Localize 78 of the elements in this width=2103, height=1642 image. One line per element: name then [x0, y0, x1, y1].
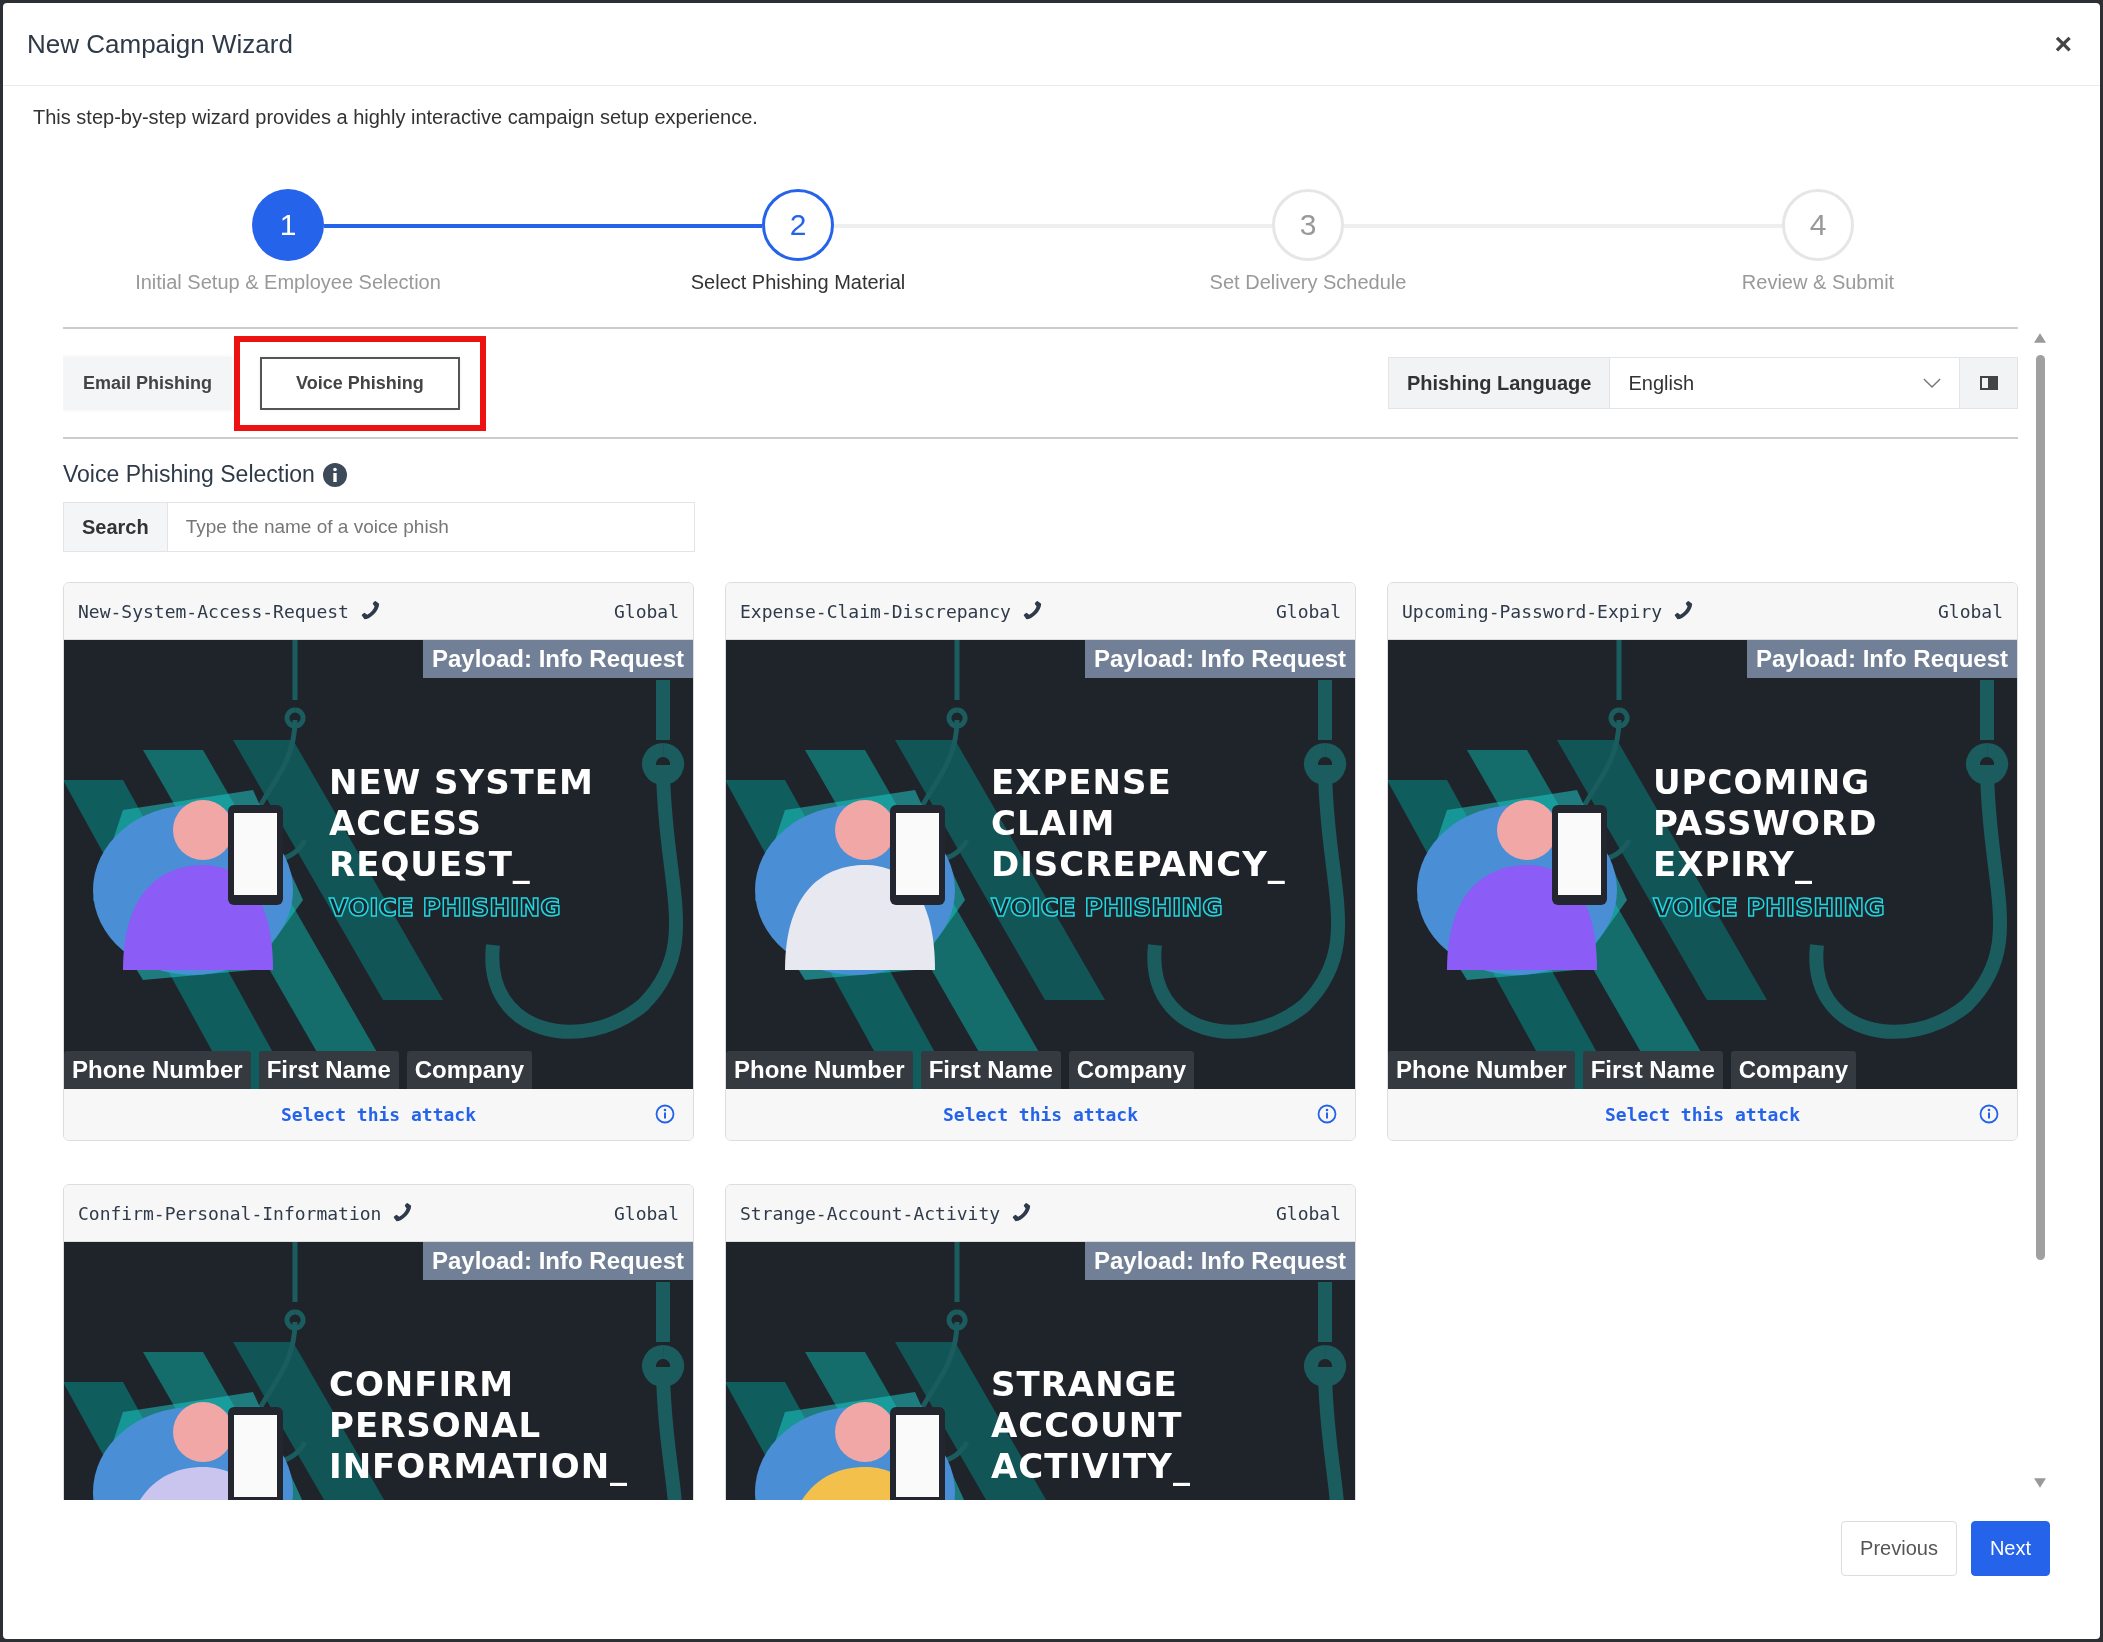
info-icon[interactable]: [655, 1104, 675, 1124]
phone-icon: [1010, 1202, 1033, 1224]
scope-label: Global: [613, 1202, 679, 1224]
next-button[interactable]: Next: [1970, 1521, 2050, 1576]
payload-badge: Payload: Info Request: [422, 1242, 693, 1280]
select-link[interactable]: Select this attack: [1604, 1104, 1801, 1125]
banner-title: NEW SYSTEM: [329, 762, 594, 803]
select-link[interactable]: Select this attack: [280, 1104, 477, 1125]
banner-title: CLAIM: [991, 803, 1116, 844]
banner-title: CONFIRM: [329, 1364, 515, 1405]
banner-title: REQUEST_: [329, 844, 531, 885]
step-label: Select Phishing Material: [690, 271, 906, 294]
step-circle[interactable]: 1: [252, 189, 324, 261]
previous-button[interactable]: Previous: [1841, 1521, 1957, 1576]
info-icon[interactable]: [1317, 1104, 1337, 1124]
panel-toggle-button[interactable]: [1959, 358, 2017, 408]
tab[interactable]: Voice Phishing: [260, 356, 460, 410]
tag: Phone Number: [64, 1051, 251, 1089]
banner-title: ACTIVITY_: [991, 1446, 1191, 1487]
search-label: Search: [63, 502, 168, 552]
scope-label: Global: [1275, 1202, 1341, 1224]
info-icon[interactable]: [1979, 1104, 1999, 1124]
search-field[interactable]: Type the name of a voice phish: [167, 502, 695, 552]
banner-title: ACCESS: [329, 803, 482, 844]
card-title: Strange-Account-Activity: [740, 1202, 1001, 1224]
language-label: Phishing Language: [1389, 358, 1611, 408]
banner-title: DISCREPANCY_: [991, 844, 1286, 885]
chevron-down-icon: [1923, 377, 1941, 389]
phone-icon: [1672, 600, 1695, 622]
banner-subtitle: VOICE PHISHING: [991, 893, 1223, 922]
scroll-up-icon[interactable]: [2034, 333, 2046, 343]
step-circle[interactable]: 2: [762, 189, 834, 261]
close-button[interactable]: ×: [2050, 29, 2076, 59]
section-title: Voice Phishing Selection: [63, 461, 315, 488]
tag: Phone Number: [1388, 1051, 1575, 1089]
language-dropdown[interactable]: English: [1610, 358, 1959, 408]
step-circle[interactable]: 3: [1272, 189, 1344, 261]
tag: Phone Number: [726, 1051, 913, 1089]
banner-title: UPCOMING: [1653, 762, 1871, 803]
banner-subtitle: VOICE PHISHING: [329, 893, 561, 922]
scope-label: Global: [613, 600, 679, 622]
info-icon[interactable]: [322, 462, 347, 487]
scope-label: Global: [1275, 600, 1341, 622]
step-label: Set Delivery Schedule: [1209, 271, 1407, 294]
payload-badge: Payload: Info Request: [1084, 640, 1355, 678]
banner-title: PASSWORD: [1653, 803, 1878, 844]
card-title: Confirm-Personal-Information: [78, 1202, 382, 1224]
scrollbar-thumb[interactable]: [2036, 355, 2045, 1260]
banner-title: EXPIRY_: [1653, 844, 1813, 885]
scope-label: Global: [1937, 600, 2003, 622]
description-text: This step-by-step wizard provides a highly interactive campaign setup experience.: [33, 106, 759, 129]
banner-title: STRANGE: [991, 1364, 1178, 1405]
step-label: Initial Setup & Employee Selection: [135, 271, 441, 294]
step-label: Review & Submit: [1741, 271, 1895, 294]
tag: Company: [1730, 1051, 1857, 1089]
tag: First Name: [920, 1051, 1061, 1089]
banner-title: EXPENSE: [991, 762, 1172, 803]
banner-title: ACCOUNT: [991, 1405, 1183, 1446]
banner-subtitle: VOICE PHISHING: [1653, 893, 1885, 922]
tag: Company: [1068, 1051, 1195, 1089]
banner-title: INFORMATION_: [329, 1446, 629, 1487]
tag: Company: [406, 1051, 533, 1089]
card-title: New-System-Access-Request: [78, 600, 349, 622]
tag: First Name: [258, 1051, 399, 1089]
step-circle[interactable]: 4: [1782, 189, 1854, 261]
dialog-title: New Campaign Wizard: [27, 28, 293, 60]
phone-icon: [391, 1202, 414, 1224]
select-link[interactable]: Select this attack: [942, 1104, 1139, 1125]
banner-title: PERSONAL: [329, 1405, 542, 1446]
payload-badge: Payload: Info Request: [1084, 1242, 1355, 1280]
scroll-down-icon[interactable]: [2034, 1478, 2046, 1488]
card-title: Upcoming-Password-Expiry: [1402, 600, 1663, 622]
payload-badge: Payload: Info Request: [1746, 640, 2017, 678]
tag: First Name: [1582, 1051, 1723, 1089]
panel-icon: [1979, 376, 1998, 390]
payload-badge: Payload: Info Request: [422, 640, 693, 678]
tab[interactable]: Email Phishing: [63, 356, 233, 410]
card-title: Expense-Claim-Discrepancy: [740, 600, 1011, 622]
